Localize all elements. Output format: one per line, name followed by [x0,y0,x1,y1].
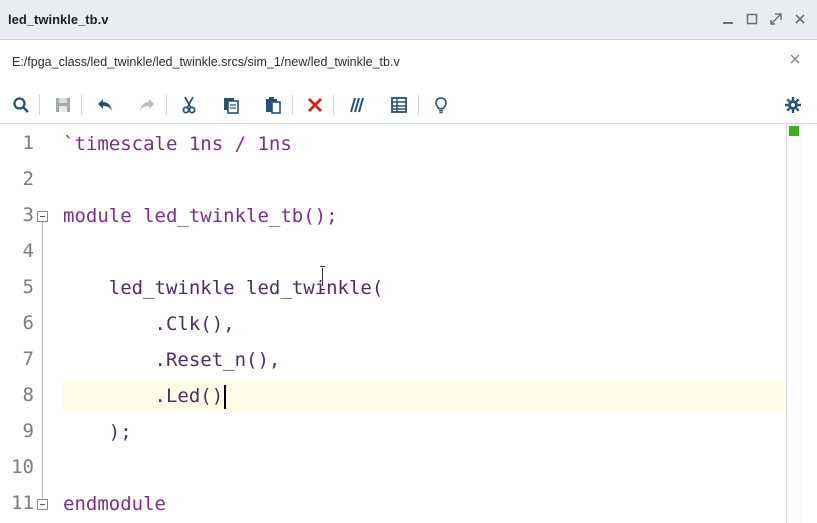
file-path: E:/fpga_class/led_twinkle/led_twinkle.sr… [12,55,400,69]
line-number: 9 [22,420,34,442]
code-editor[interactable]: 1 2 3 4 5 6 7 8 9 10 11 `timescale 1ns /… [0,124,817,523]
toolbar-separator [166,95,167,115]
window-controls [719,12,809,28]
fold-toggle-icon[interactable] [37,499,48,510]
toolbar-separator [333,95,334,115]
line-number: 2 [22,168,34,190]
delete-icon[interactable] [304,94,326,116]
text-caret [224,384,227,409]
toolbar-separator [81,95,82,115]
code-line-text: .Led() [63,385,224,407]
settings-icon[interactable] [782,94,804,116]
line-number: 5 [22,276,34,298]
undo-icon[interactable] [94,94,116,116]
line-number: 4 [22,240,34,262]
code-line-text: `timescale 1ns / 1ns [63,133,292,155]
line-number: 7 [22,348,34,370]
redo-icon[interactable] [136,94,158,116]
line-number: 1 [22,132,34,154]
line-number: 6 [22,312,34,334]
file-title: led_twinkle_tb.v [8,12,109,27]
toolbar-separator [418,95,419,115]
code-line-1: `timescale 1ns / 1ns [63,127,292,161]
column-mode-icon[interactable] [388,94,410,116]
code-line-text: led_twinkle led_twinkle( [63,277,384,299]
vertical-scrollbar[interactable] [786,124,803,523]
copy-icon[interactable] [220,94,242,116]
code-line-9: ); [63,415,132,449]
comment-icon[interactable] [346,94,368,116]
path-close-icon[interactable] [789,52,801,69]
paste-icon[interactable] [262,94,284,116]
line-number-gutter: 1 2 3 4 5 6 7 8 9 10 11 [0,124,54,523]
code-line-8: .Led() [63,379,227,413]
toolbar-separator [39,95,40,115]
lightbulb-icon[interactable] [430,94,452,116]
fold-guide [42,222,43,499]
code-line-text: module led_twinkle_tb(); [63,205,338,227]
code-line-11: endmodule [63,487,166,521]
mouse-ibeam-cursor [320,266,326,290]
line-number: 3 [22,204,34,226]
cut-icon[interactable] [178,94,200,116]
code-line-3: module led_twinkle_tb(); [63,199,338,233]
line-number: 11 [11,492,34,514]
fold-toggle-icon[interactable] [37,211,48,222]
search-icon[interactable] [10,94,32,116]
line-number: 10 [11,456,34,478]
code-line-6: .Clk(), [63,307,235,341]
close-icon[interactable] [791,12,809,28]
toolbar-separator [292,95,293,115]
no-errors-indicator [789,126,799,136]
maximize-icon[interactable] [767,12,785,28]
code-line-text: endmodule [63,493,166,515]
editor-tab-header: led_twinkle_tb.v [0,0,817,40]
code-line-text: ); [63,421,132,443]
restore-icon[interactable] [743,12,761,28]
code-line-5: led_twinkle led_twinkle( [63,271,384,305]
code-line-7: .Reset_n(), [63,343,281,377]
line-number: 8 [22,384,34,406]
save-icon[interactable] [52,94,74,116]
editor-toolbar [0,86,817,124]
file-path-bar: E:/fpga_class/led_twinkle/led_twinkle.sr… [0,40,817,86]
minimize-icon[interactable] [719,12,737,28]
code-line-text: .Reset_n(), [63,349,281,371]
code-line-text: .Clk(), [63,313,235,335]
